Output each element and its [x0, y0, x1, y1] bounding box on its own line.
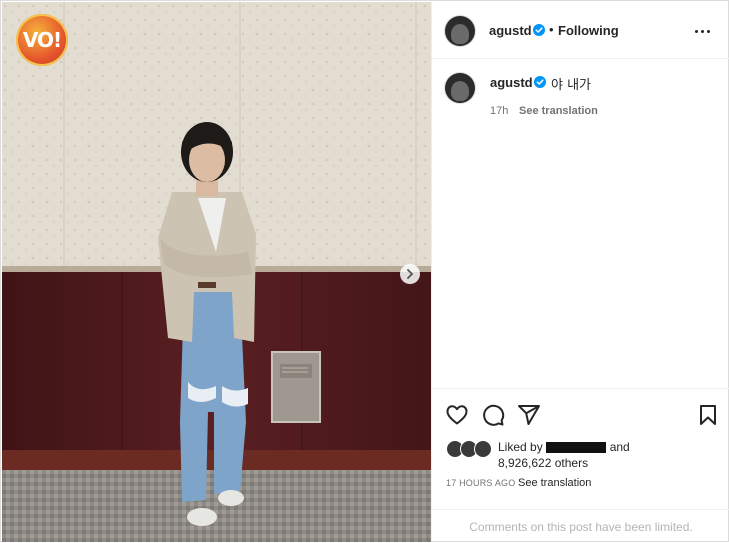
verified-badge-icon	[533, 24, 545, 36]
more-dot-icon	[701, 29, 704, 33]
more-dot-icon	[707, 29, 710, 33]
separator-dot: •	[549, 22, 554, 37]
redacted-username	[545, 442, 606, 454]
share-icon[interactable]	[517, 403, 541, 427]
caption-text: 야 내가	[551, 78, 592, 93]
see-translation-link[interactable]: See translation	[519, 105, 598, 117]
caption-username[interactable]: agustd	[490, 75, 533, 90]
post-side-panel: agustd • Following agustd 야 내가 17h See t…	[431, 2, 729, 542]
comments-limited-notice: Comments on this post have been limited.	[432, 509, 729, 543]
author-username[interactable]: agustd	[489, 23, 532, 38]
instagram-post-window: VO! agustd • Following agustd 야 내가 17h S…	[0, 0, 729, 542]
post-see-translation-link[interactable]: See translation	[518, 477, 591, 489]
photo-illustration	[2, 2, 431, 542]
liked-by-line: Liked by and	[498, 440, 630, 454]
likes-count[interactable]: 8,926,622 others	[498, 456, 588, 470]
chevron-right-icon	[407, 269, 414, 279]
post-header: agustd • Following	[432, 2, 729, 59]
vo-logo: VO!	[16, 14, 68, 66]
post-photo[interactable]: VO!	[2, 2, 431, 542]
liked-by-prefix: Liked by	[498, 440, 543, 454]
next-photo-button[interactable]	[400, 264, 420, 284]
more-options-button[interactable]	[695, 24, 715, 38]
heart-icon[interactable]	[445, 403, 469, 427]
author-avatar[interactable]	[445, 16, 475, 46]
liked-by-avatars[interactable]	[446, 440, 492, 458]
logo-text: VO!	[22, 28, 62, 52]
comment-icon[interactable]	[481, 403, 505, 427]
more-dot-icon	[695, 29, 698, 33]
caption-time[interactable]: 17h	[490, 105, 508, 117]
liker-avatar	[474, 440, 492, 458]
following-button[interactable]: Following	[558, 23, 619, 38]
post-timestamp[interactable]: 17 HOURS AGO	[446, 478, 515, 488]
liked-by-suffix: and	[609, 440, 630, 454]
bookmark-icon[interactable]	[696, 403, 720, 427]
post-actions: Liked by and 8,926,622 others 17 HOURS AG…	[432, 388, 729, 542]
verified-badge-icon	[534, 76, 546, 88]
caption-avatar[interactable]	[445, 73, 475, 103]
